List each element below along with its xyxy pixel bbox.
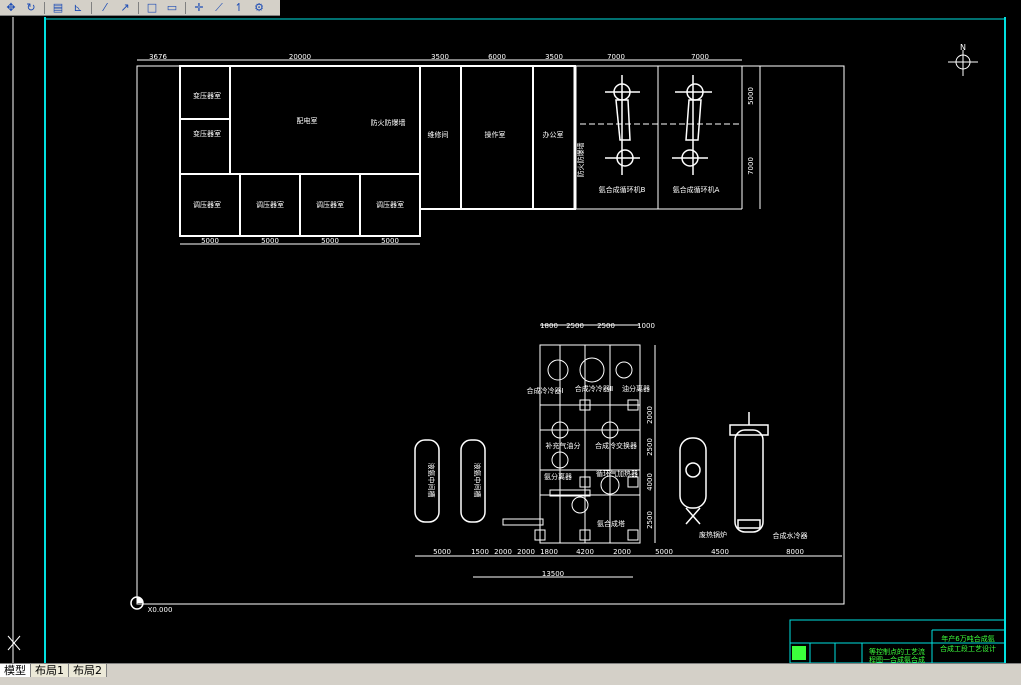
dim-b-1800: 1800	[540, 548, 558, 556]
dim-t-1800: 1800	[540, 322, 558, 330]
room-repair: 维修间	[428, 130, 449, 139]
eq-water-cooler: 合成水冷器	[773, 531, 808, 540]
pin-icon[interactable]: ↿	[230, 1, 248, 15]
toolbar-separator	[44, 1, 45, 14]
dim-5000-c: 5000	[321, 237, 339, 245]
waste-heat-boiler-symbol	[679, 437, 707, 525]
dim-b-2000-c: 2000	[613, 548, 631, 556]
title-line-1: 年产6万吨合成氨	[941, 634, 994, 643]
dim-s-2500-b: 2500	[646, 511, 654, 529]
dim-5000-a: 5000	[201, 237, 219, 245]
dim-5000-right: 5000	[747, 87, 755, 105]
dim-3500-a: 3500	[431, 53, 449, 61]
eq-waste-boiler: 废热锅炉	[699, 530, 727, 539]
dim-b-1500: 1500	[471, 548, 489, 556]
toolbar: ✥ ↻ ▤ ⊾ ⁄ ↗ □ ▭ ✛ ⟋ ↿ ⚙	[0, 0, 280, 16]
properties-icon[interactable]: ⚙	[250, 1, 268, 15]
room-regulator-4: 调压器室	[376, 200, 404, 209]
eq-ammonia-sep: 氨分离器	[544, 472, 572, 481]
dim-b-5000-a: 5000	[433, 548, 451, 556]
dim-total-13500: 13500	[542, 570, 564, 578]
water-cooler-symbol	[729, 412, 769, 533]
dim-t-2500-b: 2500	[597, 322, 615, 330]
dim-t-2500-a: 2500	[566, 322, 584, 330]
tab-layout-2[interactable]: 布局2	[68, 663, 107, 677]
room-transformer-2: 变压器室	[193, 129, 221, 138]
eq-supplement: 补充气油分	[546, 441, 581, 450]
rectangle-icon[interactable]: □	[143, 1, 161, 15]
eq-vessel-1: 液氨中间槽	[427, 463, 436, 498]
dim-s-4000: 4000	[646, 473, 654, 491]
dim-5000-d: 5000	[381, 237, 399, 245]
dim-b-4200: 4200	[576, 548, 594, 556]
dim-s-2500: 2500	[646, 438, 654, 456]
dim-s-2000: 2000	[646, 406, 654, 424]
title-block-logo	[792, 646, 806, 660]
room-regulator-2: 调压器室	[256, 200, 284, 209]
drawing-canvas[interactable]: 3676 20000 3500 6000 3500 7000 7000 5000 5000 500…	[0, 17, 1021, 663]
dim-5000-b: 5000	[261, 237, 279, 245]
dim-b-8000: 8000	[786, 548, 804, 556]
toolbar-separator	[185, 1, 186, 14]
toolbar-separator	[138, 1, 139, 14]
pan-icon[interactable]: ✥	[2, 1, 20, 15]
origin-label: X0.000	[148, 606, 173, 614]
north-compass-icon	[948, 50, 978, 76]
polyline-icon[interactable]: ↗	[116, 1, 134, 15]
label-compressor-a: 氨合成循环机A	[673, 185, 720, 194]
toolbar-separator	[91, 1, 92, 14]
dim-b-4500: 4500	[711, 548, 729, 556]
eq-vessel-2: 液氨中间槽	[473, 463, 482, 498]
title-line-4: 程图一合成氨合成	[869, 655, 925, 663]
line-icon[interactable]: ⁄	[96, 1, 114, 15]
eq-heat-exchanger: 合成冷交换器	[595, 441, 637, 450]
eq-circ-heater: 循环气加热器	[596, 469, 638, 478]
arc-icon[interactable]: ⟋	[210, 1, 228, 15]
box-icon[interactable]: ▭	[163, 1, 181, 15]
sheet-icon[interactable]: ▤	[49, 1, 67, 15]
origin-marker-fill	[137, 597, 143, 603]
dim-3676: 3676	[149, 53, 167, 61]
dim-t-1000: 1000	[637, 322, 655, 330]
title-line-2: 合成工段工艺设计	[940, 644, 996, 653]
room-operation: 操作室	[485, 130, 506, 139]
status-bar	[0, 677, 1021, 685]
dim-7000-b: 7000	[691, 53, 709, 61]
ucs-icon	[7, 635, 21, 651]
compressor-b-symbol	[605, 75, 640, 175]
dim-6000: 6000	[488, 53, 506, 61]
move-icon[interactable]: ✛	[190, 1, 208, 15]
dim-20000: 20000	[289, 53, 311, 61]
room-distribution: 配电室	[297, 116, 318, 125]
room-office: 办公室	[543, 130, 564, 139]
eq-cooler-2: 合成冷冷器Ⅱ	[575, 384, 613, 393]
orbit-icon[interactable]: ↻	[22, 1, 40, 15]
room-regulator-3: 调压器室	[316, 200, 344, 209]
room-transformer-1: 变压器室	[193, 91, 221, 100]
title-line-3: 等控制点的工艺流	[869, 647, 925, 656]
tab-model[interactable]: 模型	[0, 663, 31, 677]
tab-layout-1[interactable]: 布局1	[30, 663, 69, 677]
compass-label: N	[960, 43, 966, 52]
dim-3500-b: 3500	[545, 53, 563, 61]
dim-b-5000-b: 5000	[655, 548, 673, 556]
measure-icon[interactable]: ⊾	[69, 1, 87, 15]
eq-synthesis-tower: 氨合成塔	[597, 519, 625, 528]
label-compressor-b: 氨合成循环机B	[599, 185, 646, 194]
dim-b-2000-a: 2000	[494, 548, 512, 556]
eq-cooler-1: 合成冷冷器Ⅰ	[526, 386, 563, 395]
room-firewall-1: 防火防爆墙	[371, 118, 406, 127]
room-firewall-2: 防火防爆墙	[576, 143, 585, 178]
top-building	[179, 65, 743, 237]
dim-7000-a: 7000	[607, 53, 625, 61]
room-regulator-1: 调压器室	[193, 200, 221, 209]
eq-separator: 油分离器	[622, 384, 650, 393]
dim-7000-right: 7000	[747, 157, 755, 175]
compressor-a-symbol	[672, 75, 712, 175]
layout-tab-bar: 模型 布局1 布局2	[0, 663, 1021, 677]
dim-b-2000-b: 2000	[517, 548, 535, 556]
